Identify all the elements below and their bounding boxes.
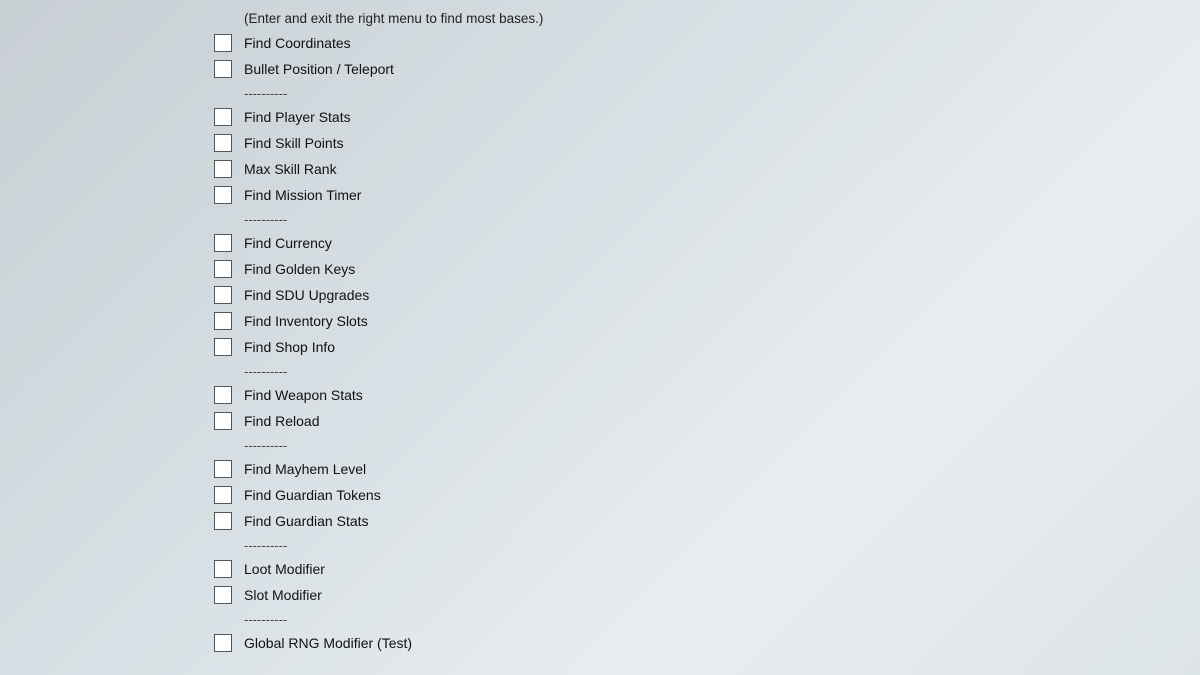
list-item: Find Skill Points ></div>: [0, 130, 1200, 156]
item-label: Find Golden Keys: [240, 261, 1080, 277]
item-checkbox[interactable]: [214, 160, 232, 178]
checkbox-area: [0, 386, 240, 404]
separator-row: ----------: [0, 534, 1200, 556]
item-label: Find Guardian Tokens: [240, 487, 1080, 503]
item-checkbox[interactable]: [214, 108, 232, 126]
item-label: Find Shop Info: [240, 339, 1080, 355]
list-item: Max Skill Rank ></div>: [0, 156, 1200, 182]
item-label: Find SDU Upgrades: [240, 287, 1080, 303]
item-checkbox[interactable]: [214, 134, 232, 152]
separator-label: ----------: [240, 212, 1080, 227]
item-checkbox[interactable]: [214, 386, 232, 404]
item-label: Find Reload: [240, 413, 1080, 429]
list-item: Find Golden Keys ></div>: [0, 256, 1200, 282]
item-checkbox[interactable]: [214, 60, 232, 78]
item-checkbox[interactable]: [214, 234, 232, 252]
item-label: Global RNG Modifier (Test): [240, 635, 1080, 651]
separator-row: ----------: [0, 82, 1200, 104]
separator-row: ----------: [0, 608, 1200, 630]
list-item: Find Mayhem Level ></div>: [0, 456, 1200, 482]
item-label: Find Skill Points: [240, 135, 1080, 151]
item-label: Find Mayhem Level: [240, 461, 1080, 477]
item-checkbox[interactable]: [214, 460, 232, 478]
list-item: Global RNG Modifier (Test) ></div>: [0, 630, 1200, 656]
list-item: Find Guardian Stats ></div>: [0, 508, 1200, 534]
checkbox-area: [0, 160, 240, 178]
checkbox-area: [0, 460, 240, 478]
list-item: Find Player Stats ></div>: [0, 104, 1200, 130]
checkbox-area: [0, 108, 240, 126]
list-item: Find Weapon Stats ></div>: [0, 382, 1200, 408]
checkbox-area: [0, 260, 240, 278]
item-checkbox[interactable]: [214, 634, 232, 652]
list-item: Find Inventory Slots ></div>: [0, 308, 1200, 334]
item-checkbox[interactable]: [214, 512, 232, 530]
checkbox-area: [0, 234, 240, 252]
item-checkbox[interactable]: [214, 486, 232, 504]
item-label: Find Inventory Slots: [240, 313, 1080, 329]
item-label: Find Weapon Stats: [240, 387, 1080, 403]
list-item: Find Reload ></div>: [0, 408, 1200, 434]
item-label: Slot Modifier: [240, 587, 1080, 603]
checkbox-area: [0, 286, 240, 304]
main-container: (Enter and exit the right menu to find m…: [0, 0, 1200, 675]
list-item: Find Guardian Tokens ></div>: [0, 482, 1200, 508]
item-checkbox[interactable]: [214, 560, 232, 578]
checkbox-area: [0, 586, 240, 604]
separator-label: ----------: [240, 538, 1080, 553]
item-label: Find Player Stats: [240, 109, 1080, 125]
checkbox-area: [0, 312, 240, 330]
separator-row: ----------: [0, 208, 1200, 230]
list-item: Find Mission Timer ></div>: [0, 182, 1200, 208]
item-checkbox[interactable]: [214, 312, 232, 330]
separator-label: ----------: [240, 86, 1080, 101]
separator-row: ----------: [0, 360, 1200, 382]
item-checkbox[interactable]: [214, 260, 232, 278]
item-label: Find Currency: [240, 235, 1080, 251]
list-item: Slot Modifier ></div>: [0, 582, 1200, 608]
item-checkbox[interactable]: [214, 286, 232, 304]
separator-label: ----------: [240, 438, 1080, 453]
list-item: Find Currency ></div>: [0, 230, 1200, 256]
item-label: Bullet Position / Teleport: [240, 61, 1080, 77]
item-checkbox[interactable]: [214, 412, 232, 430]
separator-label: ----------: [240, 364, 1080, 379]
intro-text: (Enter and exit the right menu to find m…: [0, 8, 1200, 30]
list-item: Find Coordinates ></div>: [0, 30, 1200, 56]
checkbox-area: [0, 34, 240, 52]
checkbox-area: [0, 60, 240, 78]
checkbox-area: [0, 186, 240, 204]
checkbox-area: [0, 486, 240, 504]
checkbox-area: [0, 634, 240, 652]
item-label: Find Mission Timer: [240, 187, 1080, 203]
checkbox-area: [0, 338, 240, 356]
list-item: Find Shop Info ></div>: [0, 334, 1200, 360]
checkbox-area: [0, 512, 240, 530]
list-item: Find SDU Upgrades ></div>: [0, 282, 1200, 308]
list-item: Loot Modifier ></div>: [0, 556, 1200, 582]
item-checkbox[interactable]: [214, 338, 232, 356]
separator-label: ----------: [240, 612, 1080, 627]
checkbox-area: [0, 412, 240, 430]
checkbox-area: [0, 134, 240, 152]
item-checkbox[interactable]: [214, 34, 232, 52]
item-label: Max Skill Rank: [240, 161, 1080, 177]
list-item: Bullet Position / Teleport ></div>: [0, 56, 1200, 82]
item-label: Find Coordinates: [240, 35, 1080, 51]
item-label: Find Guardian Stats: [240, 513, 1080, 529]
checkbox-area: [0, 560, 240, 578]
item-checkbox[interactable]: [214, 586, 232, 604]
item-checkbox[interactable]: [214, 186, 232, 204]
separator-row: ----------: [0, 434, 1200, 456]
item-label: Loot Modifier: [240, 561, 1080, 577]
